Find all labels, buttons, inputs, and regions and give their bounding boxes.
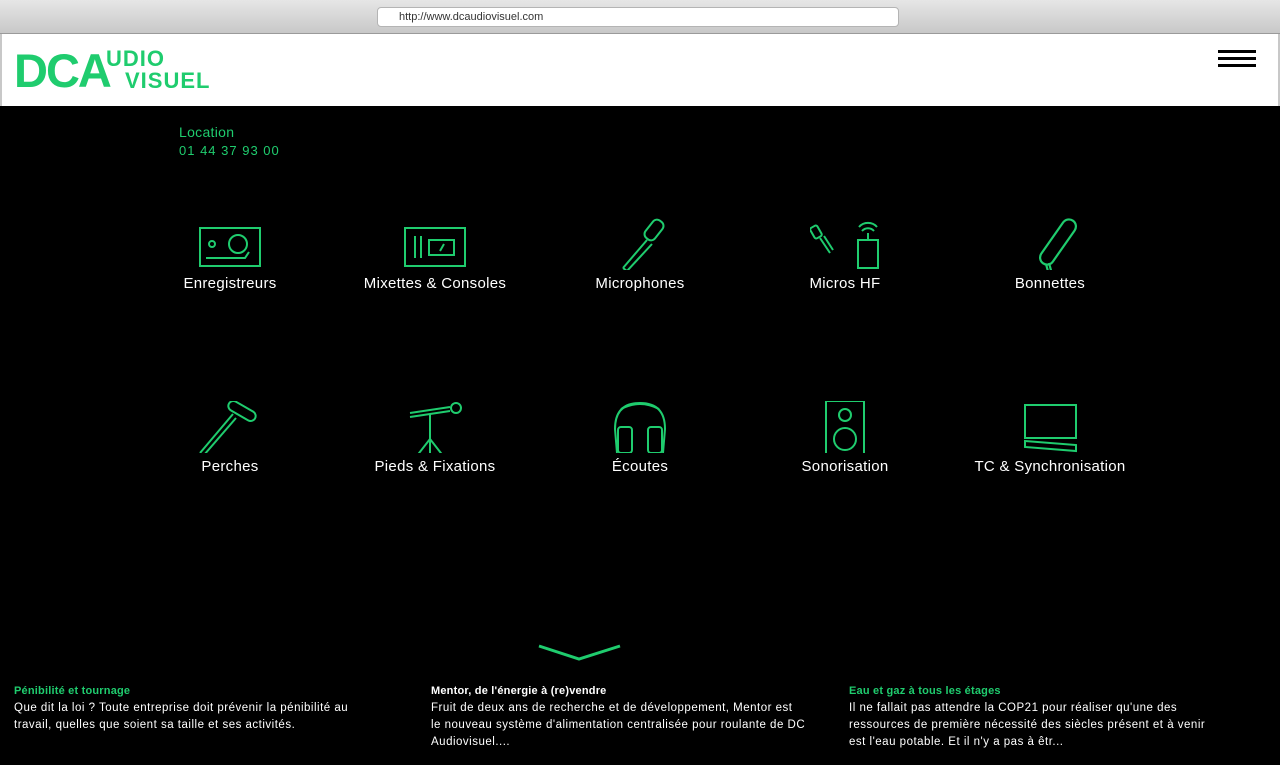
category-perches[interactable]: Perches [130, 401, 330, 475]
category-label: Écoutes [611, 458, 669, 475]
news-title[interactable]: Pénibilité et tournage [14, 684, 374, 698]
category-label: Micros HF [809, 275, 881, 292]
logo-dca: DCA [14, 44, 112, 97]
category-label: Pieds & Fixations [374, 458, 496, 475]
contact-block: Location 01 44 37 93 00 [179, 124, 280, 160]
speaker-icon [825, 401, 865, 453]
windscreen-icon [1039, 218, 1077, 270]
timecode-clapper-icon [1024, 404, 1077, 453]
category-label: Sonorisation [801, 458, 889, 475]
news-excerpt: Que dit la loi ? Toute entreprise doit p… [14, 702, 349, 731]
category-label: Mixettes & Consoles [363, 275, 507, 292]
wireless-mic-icon [810, 221, 879, 269]
category-tc-synchronisation[interactable]: TC & Synchronisation [950, 401, 1150, 475]
news-title[interactable]: Eau et gaz à tous les étages [849, 684, 1224, 698]
category-mixettes-consoles[interactable]: Mixettes & Consoles [335, 218, 535, 292]
category-micros-hf[interactable]: Micros HF [745, 218, 945, 292]
news-item[interactable]: Mentor, de l'énergie à (re)vendre Fruit … [431, 684, 806, 751]
news-excerpt: Fruit de deux ans de recherche et de dév… [431, 702, 806, 748]
contact-label: Location [179, 124, 235, 140]
logo-audio: UDIO [106, 46, 165, 71]
microphone-icon [622, 218, 665, 270]
category-enregistreurs[interactable]: Enregistreurs [130, 218, 330, 292]
news-excerpt: Il ne fallait pas attendre la COP21 pour… [849, 702, 1206, 748]
category-bonnettes[interactable]: Bonnettes [950, 218, 1150, 292]
contact-phone[interactable]: 01 44 37 93 00 [179, 141, 280, 160]
boom-pole-icon [199, 401, 257, 453]
news-item[interactable]: Pénibilité et tournage Que dit la loi ? … [14, 684, 374, 734]
category-label: TC & Synchronisation [974, 458, 1126, 475]
category-label: Bonnettes [1014, 275, 1086, 292]
category-label: Microphones [595, 275, 685, 292]
news-title[interactable]: Mentor, de l'énergie à (re)vendre [431, 684, 806, 698]
category-label: Enregistreurs [183, 275, 277, 292]
browser-toolbar: http://www.dcaudiovisuel.com [0, 0, 1280, 34]
mixer-icon [404, 227, 466, 267]
scroll-down-chevron-icon[interactable] [537, 644, 622, 662]
category-label: Perches [201, 458, 259, 475]
category-ecoutes[interactable]: Écoutes [540, 401, 740, 475]
mic-stand-icon [409, 402, 462, 453]
site-header: DCA UDIO VISUEL [0, 34, 1280, 106]
recorder-icon [199, 227, 261, 267]
logo[interactable]: DCA UDIO VISUEL [14, 44, 219, 97]
news-item[interactable]: Eau et gaz à tous les étages Il ne falla… [849, 684, 1224, 751]
hamburger-menu-icon[interactable] [1218, 50, 1256, 68]
url-bar[interactable]: http://www.dcaudiovisuel.com [377, 7, 899, 27]
logo-visuel: VISUEL [125, 68, 211, 93]
category-sonorisation[interactable]: Sonorisation [745, 401, 945, 475]
headphones-icon [613, 401, 667, 453]
category-microphones[interactable]: Microphones [540, 218, 740, 292]
category-pieds-fixations[interactable]: Pieds & Fixations [335, 401, 535, 475]
